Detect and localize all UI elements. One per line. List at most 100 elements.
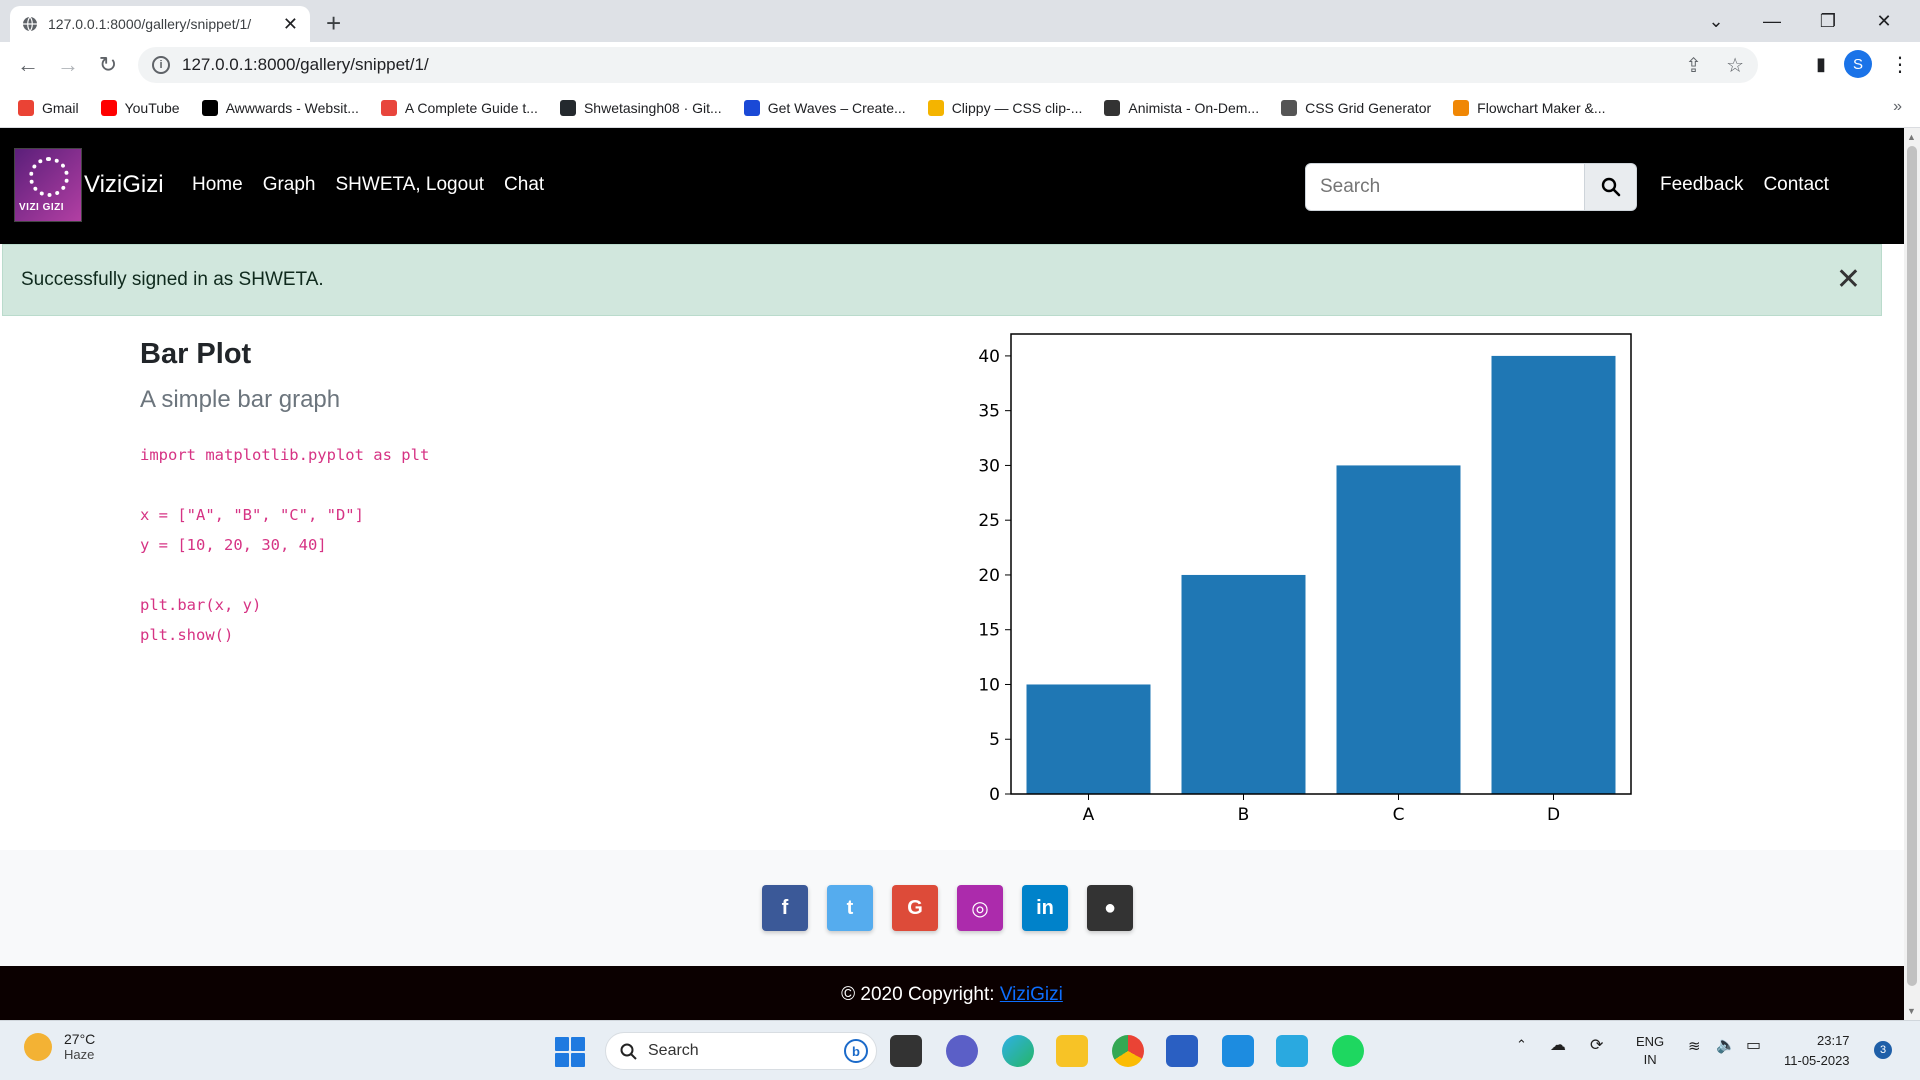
- new-tab-icon[interactable]: +: [326, 8, 341, 39]
- x-tick-label: B: [1238, 805, 1250, 825]
- github-icon: ●: [1103, 896, 1117, 919]
- nav-logout[interactable]: SHWETA, Logout: [336, 174, 485, 196]
- language-indicator[interactable]: ENG IN: [1636, 1033, 1664, 1069]
- social-footer: f t G ◎ in ●: [0, 850, 1904, 966]
- bookmark-star-icon[interactable]: ☆: [1726, 53, 1744, 78]
- x-tick-label: D: [1547, 805, 1560, 825]
- menu-kebab-icon[interactable]: ⋮: [1890, 52, 1910, 77]
- task-view-icon[interactable]: [890, 1035, 922, 1067]
- tab-search-icon[interactable]: ⌄: [1688, 4, 1744, 38]
- forward-icon[interactable]: →: [48, 52, 88, 78]
- copyright-footer: © 2020 Copyright: ViziGizi: [0, 966, 1904, 1020]
- site-search-input[interactable]: [1305, 163, 1585, 211]
- site-search-button[interactable]: [1585, 163, 1637, 211]
- edge-icon[interactable]: [1002, 1035, 1034, 1067]
- url-text: 127.0.0.1:8000/gallery/snippet/1/: [182, 55, 429, 74]
- page-scrollbar[interactable]: ▲ ▼: [1904, 128, 1920, 1020]
- copyright-link[interactable]: ViziGizi: [1000, 984, 1063, 1005]
- facebook-button[interactable]: f: [762, 885, 808, 931]
- file-explorer-icon[interactable]: [1056, 1035, 1088, 1067]
- bookmark-item[interactable]: Flowchart Maker &...: [1453, 99, 1606, 116]
- scroll-up-icon[interactable]: ▲: [1907, 132, 1916, 142]
- volume-icon[interactable]: 🔈: [1716, 1035, 1736, 1055]
- x-tick-label: A: [1083, 805, 1095, 825]
- reload-icon[interactable]: ↻: [88, 52, 128, 78]
- bookmark-item[interactable]: Get Waves – Create...: [743, 99, 906, 116]
- site-info-icon[interactable]: i: [152, 56, 170, 74]
- bar-C: [1336, 465, 1461, 794]
- bookmark-item[interactable]: A Complete Guide t...: [380, 99, 538, 116]
- github-button[interactable]: ●: [1087, 885, 1133, 931]
- minimize-icon[interactable]: —: [1744, 4, 1800, 38]
- sync-icon[interactable]: ⟳: [1590, 1035, 1603, 1055]
- scrollbar-thumb[interactable]: [1907, 146, 1917, 986]
- windows-taskbar: 27°C Haze Search b ⌃ ☁ ⟳ ENG IN ≋ 🔈 ▭ 23…: [0, 1020, 1920, 1080]
- profile-avatar[interactable]: S: [1844, 50, 1872, 78]
- weather-widget[interactable]: 27°C Haze: [24, 1031, 95, 1062]
- bookmark-item[interactable]: Clippy — CSS clip-...: [927, 99, 1083, 116]
- bookmark-item[interactable]: YouTube: [100, 99, 180, 116]
- bookmark-item[interactable]: Gmail: [18, 99, 79, 116]
- scroll-down-icon[interactable]: ▼: [1907, 1006, 1916, 1016]
- nav-contact[interactable]: Contact: [1763, 174, 1828, 196]
- notification-badge[interactable]: 3: [1874, 1041, 1892, 1059]
- bookmark-item[interactable]: CSS Grid Generator: [1281, 99, 1432, 116]
- taskbar-search-icon: [620, 1043, 637, 1060]
- bar-A: [1026, 684, 1151, 794]
- side-panel-icon[interactable]: ▮: [1816, 54, 1826, 75]
- nav-feedback[interactable]: Feedback: [1660, 174, 1743, 196]
- teams-chat-icon[interactable]: [946, 1035, 978, 1067]
- nav-chat[interactable]: Chat: [504, 174, 544, 196]
- bookmark-item[interactable]: Awwwards - Websit...: [201, 99, 359, 116]
- y-tick-label: 40: [978, 347, 1000, 367]
- browser-tab[interactable]: 127.0.0.1:8000/gallery/snippet/1/ ✕: [10, 6, 310, 42]
- instagram-button[interactable]: ◎: [957, 885, 1003, 931]
- bar-chart: A B C D 0 5 10 15 20 25 30 35 40: [978, 333, 1632, 825]
- restore-icon[interactable]: ❐: [1800, 4, 1856, 38]
- start-windows-icon[interactable]: [555, 1037, 585, 1067]
- bookmark-favicon-icon: [559, 99, 576, 116]
- linkedin-button[interactable]: in: [1022, 885, 1068, 931]
- bookmark-label: Clippy — CSS clip-...: [951, 99, 1083, 116]
- google-button[interactable]: G: [892, 885, 938, 931]
- clock-date: 11-05-2023: [1784, 1053, 1850, 1068]
- nav-graph[interactable]: Graph: [263, 174, 316, 196]
- taskbar-clock[interactable]: 23:17 11-05-2023: [1784, 1031, 1850, 1071]
- logo-ring-icon: [29, 157, 69, 197]
- chrome-icon[interactable]: [1112, 1035, 1144, 1067]
- vscode-icon[interactable]: [1222, 1035, 1254, 1067]
- close-window-icon[interactable]: ✕: [1856, 4, 1912, 38]
- bookmark-label: Animista - On-Dem...: [1128, 99, 1260, 116]
- onedrive-icon[interactable]: ☁: [1550, 1035, 1566, 1055]
- twitter-icon: t: [846, 896, 854, 919]
- wifi-icon[interactable]: ≋: [1688, 1037, 1701, 1055]
- bookmark-favicon-icon: [380, 99, 397, 116]
- close-tab-icon[interactable]: ✕: [283, 14, 298, 35]
- bookmarks-overflow-icon[interactable]: »: [1893, 98, 1902, 116]
- twitter-button[interactable]: t: [827, 885, 873, 931]
- back-icon[interactable]: ←: [8, 52, 48, 78]
- alert-close-icon[interactable]: ✕: [1836, 265, 1861, 295]
- x-tick-label: C: [1393, 805, 1405, 825]
- snippet-content: Bar Plot A simple bar graph import matpl…: [0, 316, 1904, 850]
- code-line: x = ["A", "B", "C", "D"]: [140, 506, 364, 524]
- bing-icon[interactable]: b: [844, 1039, 868, 1063]
- bookmark-item[interactable]: Animista - On-Dem...: [1104, 99, 1260, 116]
- nav-home[interactable]: Home: [192, 174, 243, 196]
- taskbar-search[interactable]: Search b: [605, 1032, 877, 1070]
- store-icon[interactable]: [1166, 1035, 1198, 1067]
- battery-icon[interactable]: ▭: [1746, 1035, 1761, 1055]
- code-line: y = [10, 20, 30, 40]: [140, 536, 327, 554]
- bookmark-label: CSS Grid Generator: [1305, 99, 1432, 116]
- address-bar[interactable]: i 127.0.0.1:8000/gallery/snippet/1/ ⇪ ☆: [138, 47, 1758, 83]
- tray-chevron-icon[interactable]: ⌃: [1516, 1037, 1527, 1053]
- bookmark-item[interactable]: Shwetasingh08 · Git...: [559, 99, 722, 116]
- y-tick-label: 30: [978, 456, 1000, 476]
- brand-name[interactable]: ViziGizi: [84, 171, 164, 199]
- site-logo[interactable]: VIZI GIZI: [14, 148, 82, 222]
- spotify-icon[interactable]: [1332, 1035, 1364, 1067]
- cortana-icon[interactable]: [1276, 1035, 1308, 1067]
- bar-D: [1491, 355, 1616, 794]
- share-icon[interactable]: ⇪: [1685, 53, 1702, 78]
